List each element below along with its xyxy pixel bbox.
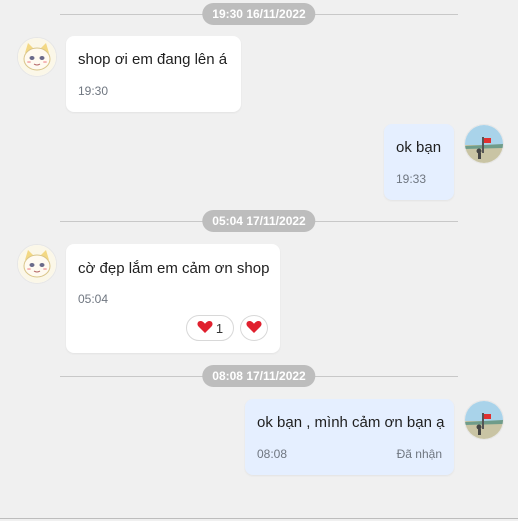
date-pill: 08:08 17/11/2022 — [202, 365, 316, 387]
message-text: cờ đẹp lắm em cảm ơn shop — [78, 260, 270, 277]
composer-divider — [0, 518, 518, 519]
add-reaction-button[interactable] — [240, 315, 268, 341]
my-avatar[interactable] — [464, 400, 504, 440]
heart-icon — [246, 320, 262, 337]
contact-avatar[interactable] — [17, 37, 57, 77]
message-time: 08:08 — [257, 447, 288, 461]
date-separator: 05:04 17/11/2022 — [60, 209, 458, 233]
my-avatar[interactable] — [464, 124, 504, 164]
message-bubble-outgoing[interactable]: ok bạn , mình cảm ơn bạn ạ 08:08 Đã nhận — [245, 399, 454, 475]
chat-conversation: 19:30 16/11/2022 shop ơi em đang lên á 1… — [0, 0, 518, 521]
message-bubble-incoming[interactable]: cờ đẹp lắm em cảm ơn shop 05:04 1 — [66, 244, 280, 353]
message-time: 19:33 — [396, 172, 427, 186]
message-time: 19:30 — [78, 84, 109, 98]
message-text: ok bạn — [396, 139, 442, 156]
message-bubble-incoming[interactable]: shop ơi em đang lên á 19:30 — [66, 36, 241, 112]
message-time: 05:04 — [78, 292, 109, 306]
message-text: ok bạn , mình cảm ơn bạn ạ — [257, 414, 445, 431]
date-separator: 08:08 17/11/2022 — [60, 364, 458, 388]
heart-icon — [197, 320, 213, 337]
date-separator: 19:30 16/11/2022 — [60, 2, 458, 26]
date-pill: 19:30 16/11/2022 — [202, 3, 316, 25]
message-status: Đã nhận — [396, 447, 442, 461]
message-bubble-outgoing[interactable]: ok bạn 19:33 — [384, 124, 454, 200]
contact-avatar[interactable] — [17, 244, 57, 284]
reaction-summary[interactable]: 1 — [186, 315, 234, 341]
date-pill: 05:04 17/11/2022 — [202, 210, 316, 232]
message-text: shop ơi em đang lên á — [78, 51, 228, 68]
reaction-count: 1 — [215, 320, 224, 336]
